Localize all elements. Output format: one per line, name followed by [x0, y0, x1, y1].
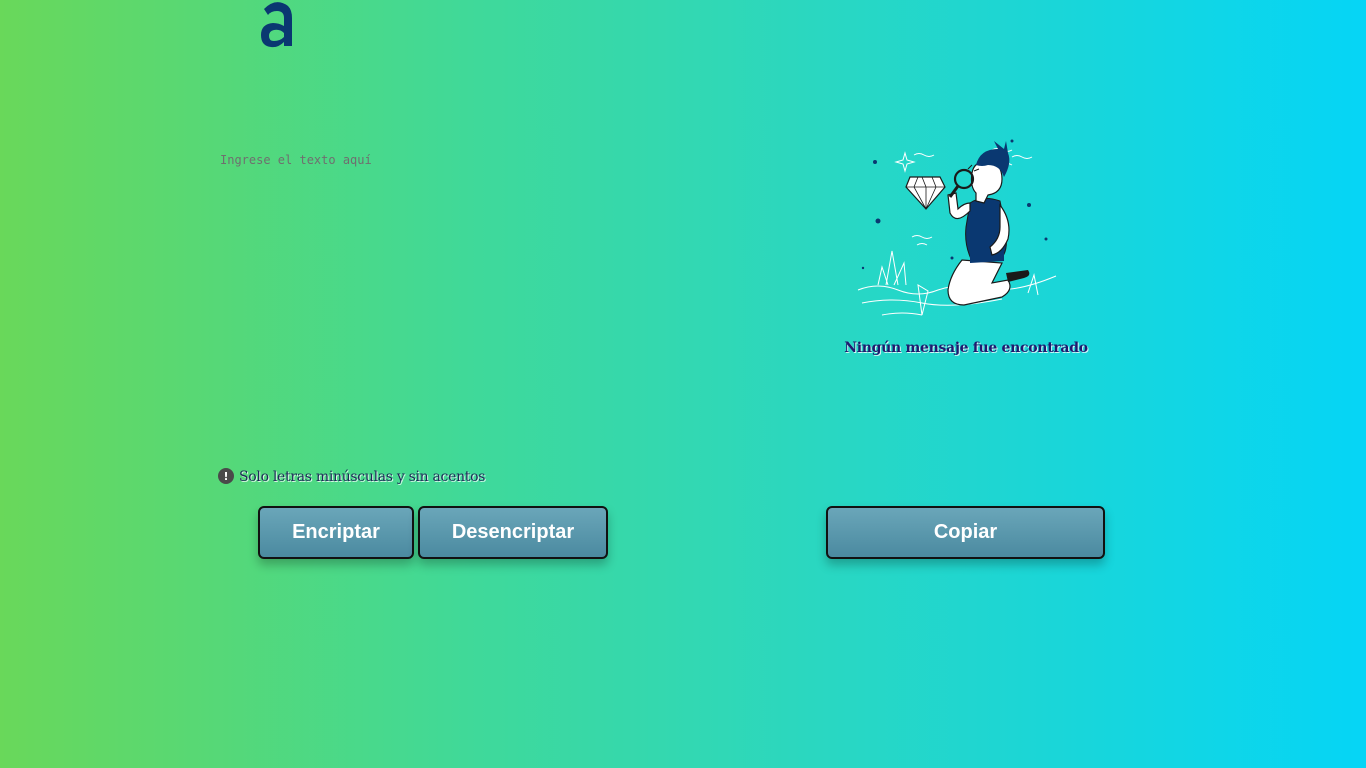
exclamation-circle-icon: !: [218, 468, 234, 484]
decrypt-button[interactable]: Desencriptar: [418, 506, 608, 559]
person-with-magnifier-illustration: [857, 139, 1057, 316]
alura-logo-icon: [261, 2, 292, 48]
copy-button[interactable]: Copiar: [826, 506, 1105, 559]
encrypt-button[interactable]: Encriptar: [258, 506, 414, 559]
hint-text: Solo letras minúsculas y sin acentos: [239, 469, 486, 485]
input-hint: ! Solo letras minúsculas y sin acentos: [218, 468, 486, 485]
message-input[interactable]: [218, 150, 718, 450]
empty-output-message: Ningún mensaje fue encontrado: [844, 340, 1088, 356]
